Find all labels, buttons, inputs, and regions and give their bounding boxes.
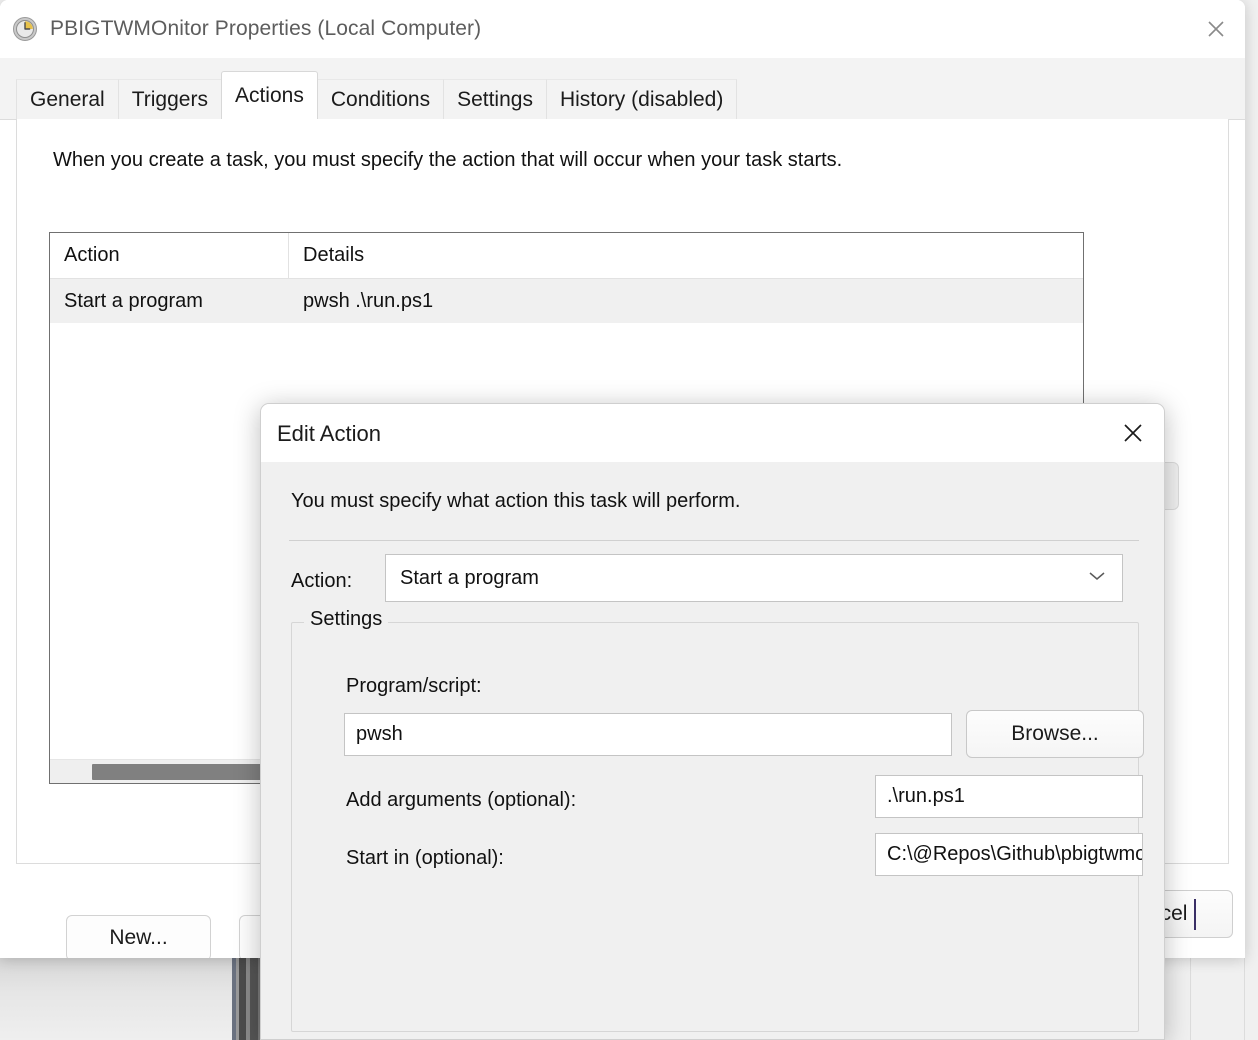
intro-text: When you create a task, you must specify… [53, 149, 843, 171]
browse-button[interactable]: Browse... [966, 710, 1144, 758]
column-header-details[interactable]: Details [289, 233, 1083, 278]
background-window-strip [250, 955, 258, 1040]
background-window-divider [1244, 955, 1245, 1040]
add-arguments-input[interactable]: .\run.ps1 [875, 775, 1143, 818]
tab-conditions[interactable]: Conditions [316, 79, 445, 119]
window-close-icon[interactable] [1187, 0, 1245, 58]
window-title: PBIGTWMOnitor Properties (Local Computer… [50, 17, 482, 40]
add-arguments-label: Add arguments (optional): [346, 789, 577, 811]
background-window-divider [1190, 955, 1191, 1040]
background-window-edge [0, 955, 232, 1040]
action-label: Action: [291, 570, 353, 592]
dialog-titlebar: Edit Action [261, 404, 1164, 462]
settings-groupbox: Settings Program/script: pwsh Browse... … [291, 608, 1144, 1032]
start-in-label: Start in (optional): [346, 847, 504, 869]
dialog-instruction: You must specify what action this task w… [291, 490, 741, 512]
window-titlebar: PBIGTWMOnitor Properties (Local Computer… [0, 0, 1245, 58]
action-dropdown[interactable]: Start a program [385, 554, 1123, 602]
dialog-divider [289, 540, 1139, 541]
program-script-input[interactable]: pwsh [344, 713, 952, 756]
action-dropdown-value: Start a program [400, 566, 539, 589]
tab-triggers[interactable]: Triggers [117, 79, 222, 119]
dialog-body: You must specify what action this task w… [261, 462, 1164, 1039]
table-row[interactable]: Start a program pwsh .\run.ps1 [50, 279, 1083, 323]
background-window-strip [239, 955, 246, 1040]
tab-actions[interactable]: Actions [220, 71, 318, 119]
dialog-close-icon[interactable] [1102, 404, 1164, 462]
screen: PBIGTWMOnitor Properties (Local Computer… [0, 0, 1258, 1040]
dialog-title: Edit Action [277, 421, 381, 446]
edit-action-dialog: Edit Action You must specify what action… [260, 403, 1165, 1040]
cell-action: Start a program [64, 289, 203, 312]
tab-settings[interactable]: Settings [443, 79, 547, 119]
program-script-label: Program/script: [346, 675, 482, 697]
tab-strip: General Triggers Actions Conditions Sett… [0, 58, 1245, 120]
column-header-action[interactable]: Action [50, 233, 289, 278]
text-caret [1194, 899, 1196, 930]
list-header-row: Action Details [50, 233, 1083, 279]
chevron-down-icon [1088, 569, 1106, 587]
tab-history[interactable]: History (disabled) [545, 79, 738, 119]
cell-details: pwsh .\run.ps1 [303, 289, 434, 312]
settings-groupbox-legend: Settings [304, 608, 389, 631]
tab-general[interactable]: General [16, 79, 119, 119]
task-scheduler-clock-icon [13, 17, 37, 41]
start-in-input[interactable]: C:\@Repos\Github\pbigtwmonitor [875, 833, 1143, 876]
new-button[interactable]: New... [66, 915, 211, 958]
